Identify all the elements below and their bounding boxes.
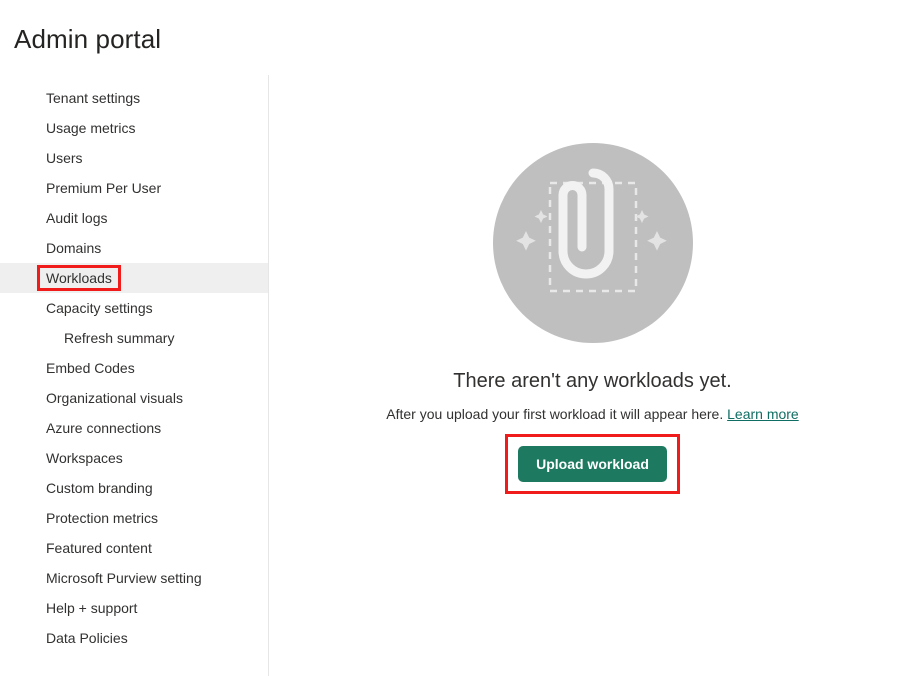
empty-state-title: There aren't any workloads yet. (453, 370, 732, 392)
sidebar: Tenant settings Usage metrics Users Premium… (0, 75, 269, 676)
page-title: Admin portal (14, 24, 162, 54)
sidebar-item-users[interactable]: Users (0, 143, 268, 173)
sidebar-item-label: Protection metrics (46, 510, 159, 526)
empty-state-subtitle: After you upload your first workload it … (270, 404, 915, 424)
sidebar-item-label: Custom branding (46, 480, 153, 496)
sidebar-item-help-support[interactable]: Help + support (0, 593, 268, 623)
empty-state: There aren't any workloads yet. After yo… (270, 75, 915, 494)
page-shell: Tenant settings Usage metrics Users Premium… (0, 75, 915, 676)
sidebar-item-label: Audit logs (46, 210, 108, 226)
sidebar-item-label: Premium Per User (46, 180, 162, 196)
sidebar-item-label: Data Policies (46, 630, 128, 646)
sidebar-item-label: Embed Codes (46, 360, 135, 376)
sidebar-nav-list: Tenant settings Usage metrics Users Premium… (0, 83, 268, 653)
sidebar-item-label: Tenant settings (46, 90, 141, 106)
sidebar-item-label: Microsoft Purview setting (46, 570, 202, 586)
sidebar-item-workspaces[interactable]: Workspaces (0, 443, 268, 473)
paperclip-attachment-icon (492, 143, 693, 343)
sidebar-item-label: Workloads (37, 263, 121, 293)
sidebar-item-label: Refresh summary (64, 330, 175, 346)
sidebar-item-label: Help + support (46, 600, 138, 616)
sidebar-item-microsoft-purview-setting[interactable]: Microsoft Purview setting (0, 563, 268, 593)
sidebar-item-custom-branding[interactable]: Custom branding (0, 473, 268, 503)
sidebar-item-protection-metrics[interactable]: Protection metrics (0, 503, 268, 533)
upload-workload-button-wrapper: Upload workload (505, 434, 680, 494)
sidebar-item-label: Domains (46, 240, 102, 256)
learn-more-link[interactable]: Learn more (727, 406, 799, 422)
sidebar-item-label: Organizational visuals (46, 390, 183, 406)
sidebar-item-usage-metrics[interactable]: Usage metrics (0, 113, 268, 143)
sidebar-item-refresh-summary[interactable]: Refresh summary (0, 323, 268, 353)
sidebar-item-audit-logs[interactable]: Audit logs (0, 203, 268, 233)
sidebar-item-label: Azure connections (46, 420, 162, 436)
sidebar-item-domains[interactable]: Domains (0, 233, 268, 263)
sidebar-item-tenant-settings[interactable]: Tenant settings (0, 83, 268, 113)
sidebar-item-data-policies[interactable]: Data Policies (0, 623, 268, 653)
sidebar-item-embed-codes[interactable]: Embed Codes (0, 353, 268, 383)
sidebar-item-organizational-visuals[interactable]: Organizational visuals (0, 383, 268, 413)
sidebar-item-label: Users (46, 150, 83, 166)
sidebar-item-label: Workspaces (46, 450, 123, 466)
empty-state-subtitle-text: After you upload your first workload it … (386, 406, 724, 422)
empty-state-illustration (492, 143, 693, 343)
main-content: There aren't any workloads yet. After yo… (270, 75, 915, 676)
sidebar-item-label: Usage metrics (46, 120, 136, 136)
sidebar-item-azure-connections[interactable]: Azure connections (0, 413, 268, 443)
upload-workload-button[interactable]: Upload workload (518, 446, 667, 482)
sidebar-item-capacity-settings[interactable]: Capacity settings (0, 293, 268, 323)
sidebar-item-featured-content[interactable]: Featured content (0, 533, 268, 563)
sidebar-item-premium-per-user[interactable]: Premium Per User (0, 173, 268, 203)
sidebar-item-label: Capacity settings (46, 300, 153, 316)
sidebar-item-workloads[interactable]: Workloads (0, 263, 268, 293)
sidebar-item-label: Featured content (46, 540, 152, 556)
